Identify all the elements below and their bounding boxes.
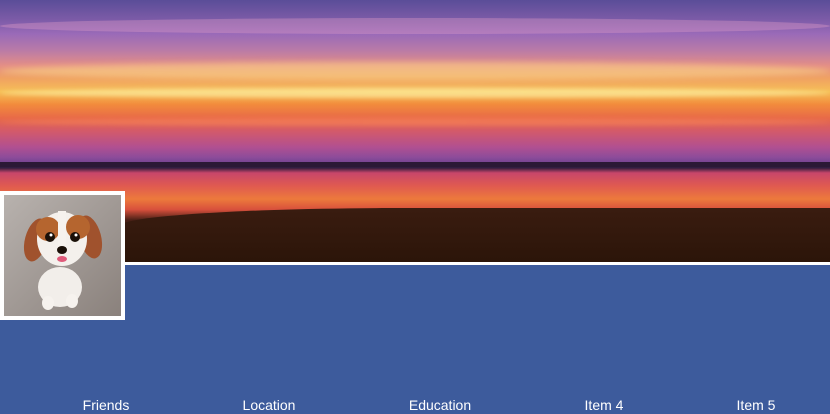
shoreline <box>120 208 830 262</box>
nav-item-education[interactable]: Education <box>409 397 471 414</box>
cloud-streak <box>0 118 830 126</box>
nav-item-4[interactable]: Item 4 <box>585 397 624 414</box>
nav-item-5[interactable]: Item 5 <box>737 397 776 414</box>
cloud-streak <box>0 88 830 98</box>
profile-avatar[interactable] <box>0 191 125 320</box>
dog-icon <box>23 211 103 310</box>
profile-nav: Friends Location Education Item 4 Item 5 <box>0 397 830 414</box>
cloud-streak <box>0 62 830 80</box>
nav-item-friends[interactable]: Friends <box>83 397 130 414</box>
nav-item-location[interactable]: Location <box>243 397 296 414</box>
horizon-line <box>0 162 830 167</box>
cloud-streak <box>0 18 830 34</box>
